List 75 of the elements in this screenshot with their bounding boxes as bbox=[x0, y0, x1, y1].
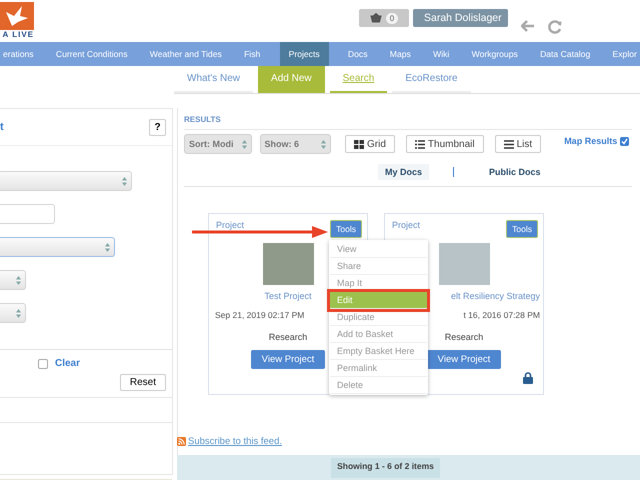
nav-tab[interactable]: Current Conditions bbox=[52, 42, 131, 66]
view-button[interactable]: List bbox=[494, 135, 542, 153]
docs-tab[interactable]: My Docs bbox=[378, 164, 430, 180]
nav-tab[interactable]: Projects bbox=[280, 42, 329, 66]
subnav-tab[interactable]: Search bbox=[330, 66, 388, 93]
nav-tab[interactable]: Maps bbox=[386, 42, 414, 66]
nav-tab[interactable]: erations bbox=[0, 42, 37, 66]
tools-button[interactable]: Tools bbox=[506, 220, 538, 238]
reset-button[interactable]: Reset bbox=[120, 374, 166, 391]
view-button[interactable]: Thumbnail bbox=[406, 135, 484, 153]
show-select[interactable]: Show: 6 bbox=[260, 134, 332, 154]
nav-tab[interactable]: Docs bbox=[344, 42, 371, 66]
card-type-label: Project bbox=[392, 220, 420, 232]
map-results-label: Map Results bbox=[564, 136, 618, 146]
subnav-tab[interactable]: What's New bbox=[174, 66, 254, 93]
sort-select[interactable]: Sort: Modi bbox=[184, 134, 252, 154]
project-category: Research bbox=[268, 332, 308, 342]
docs-tab[interactable]: Public Docs bbox=[482, 164, 548, 180]
panel-title: t bbox=[0, 121, 4, 133]
project-title-link[interactable]: Test Project bbox=[264, 291, 312, 301]
logo-text: A LIVE bbox=[2, 30, 34, 39]
rss-icon bbox=[177, 437, 186, 446]
tab-separator bbox=[453, 167, 454, 177]
nav-tab[interactable]: Fish bbox=[241, 42, 264, 66]
menu-item[interactable]: Delete bbox=[330, 377, 427, 394]
select-field[interactable] bbox=[0, 270, 26, 290]
subscribe-link[interactable]: Subscribe to this feed. bbox=[188, 436, 282, 447]
photo-placeholder bbox=[438, 243, 490, 285]
grid-icon bbox=[354, 140, 364, 148]
clear-checkbox[interactable] bbox=[38, 358, 48, 368]
bulleted-list-icon bbox=[414, 140, 425, 148]
view-project-button[interactable]: View Project bbox=[426, 350, 502, 369]
basket-button[interactable]: 0 bbox=[359, 9, 409, 27]
subnav-tab[interactable]: Add New bbox=[258, 66, 325, 93]
nav-tab[interactable]: Wiki bbox=[430, 42, 452, 66]
nav-tab[interactable]: Data Catalog bbox=[537, 42, 594, 66]
project-title-link[interactable]: elt Resiliency Strategy bbox=[450, 291, 540, 301]
nav-tab[interactable]: Weather and Tides bbox=[146, 42, 225, 66]
menu-item[interactable]: Add to Basket bbox=[330, 326, 427, 343]
lines-icon bbox=[504, 140, 514, 148]
updown-arrows-icon bbox=[16, 276, 21, 284]
menu-item[interactable]: Share bbox=[330, 258, 427, 275]
updown-arrows-icon bbox=[16, 308, 21, 318]
menu-item[interactable]: Empty Basket Here bbox=[330, 343, 427, 360]
tools-button[interactable]: Tools bbox=[330, 220, 362, 238]
updown-arrows-icon bbox=[242, 140, 246, 148]
results-heading: RESULTS bbox=[184, 108, 632, 130]
map-results-checkbox[interactable] bbox=[620, 136, 630, 146]
input-field[interactable] bbox=[0, 204, 55, 224]
pager-status: Showing 1 - 6 of 2 items bbox=[331, 458, 440, 478]
menu-item[interactable]: Duplicate bbox=[330, 309, 427, 326]
nav-tab[interactable]: Workgroups bbox=[468, 42, 521, 66]
subnav-tab[interactable]: EcoRestore bbox=[392, 66, 471, 93]
view-button[interactable]: Grid bbox=[345, 135, 395, 153]
project-category: Research bbox=[444, 332, 484, 342]
menu-item[interactable]: Permalink bbox=[330, 360, 427, 377]
project-date: Sep 21, 2019 02:17 PM bbox=[215, 310, 304, 320]
refresh-icon[interactable] bbox=[548, 20, 562, 34]
help-button[interactable]: ? bbox=[149, 118, 166, 136]
user-button[interactable]: Sarah Dolislager bbox=[413, 9, 508, 27]
menu-item[interactable]: Edit bbox=[330, 292, 427, 309]
select-field[interactable] bbox=[0, 171, 132, 191]
card-type-label: Project bbox=[216, 220, 244, 232]
updown-arrows-icon bbox=[321, 140, 326, 148]
project-date: t 16, 2016 07:28 PM bbox=[463, 310, 540, 320]
menu-item[interactable]: View bbox=[330, 241, 427, 258]
back-arrow-icon[interactable] bbox=[521, 20, 535, 32]
view-project-button[interactable]: View Project bbox=[250, 350, 326, 369]
updown-arrows-icon bbox=[122, 176, 127, 186]
updown-arrows-icon bbox=[105, 242, 110, 252]
select-field[interactable] bbox=[0, 237, 115, 257]
photo-placeholder bbox=[262, 243, 314, 285]
clear-link[interactable]: Clear bbox=[54, 358, 80, 369]
nav-tab[interactable]: Explor bbox=[610, 42, 640, 66]
select-field[interactable] bbox=[0, 303, 26, 323]
